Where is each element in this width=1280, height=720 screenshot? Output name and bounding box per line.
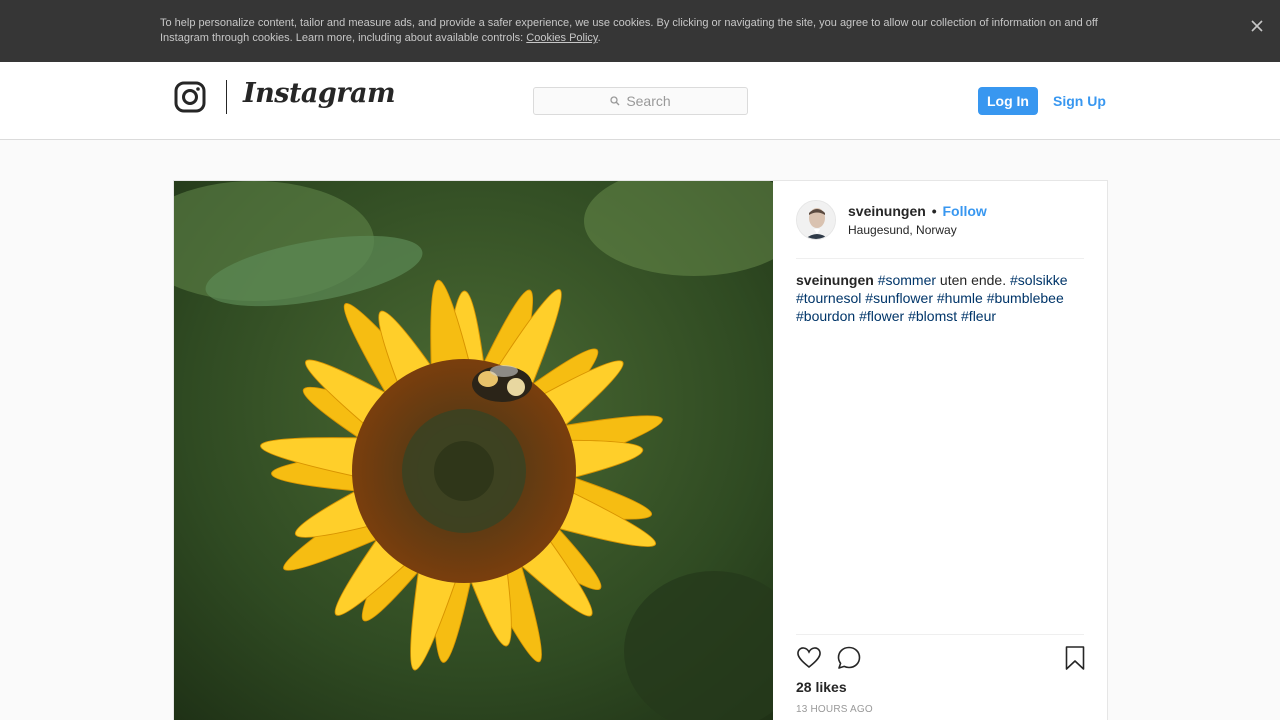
search-placeholder: Search: [626, 93, 671, 109]
caption-fragment: uten ende.: [936, 272, 1010, 288]
signup-link[interactable]: Sign Up: [1053, 87, 1106, 115]
post-timestamp[interactable]: 13 HOURS AGO: [796, 704, 873, 715]
cookies-policy-link[interactable]: Cookies Policy: [526, 32, 597, 44]
post-header: sveinungen • Follow: [848, 203, 987, 219]
top-nav: Instagram Search Log In Sign Up: [0, 62, 1280, 140]
hashtag-link[interactable]: #fleur: [961, 308, 996, 324]
logo-divider: [226, 80, 227, 114]
cookie-banner: To help personalize content, tailor and …: [0, 0, 1280, 62]
cookie-suffix: .: [597, 32, 601, 44]
divider: [796, 258, 1084, 259]
cookie-message: To help personalize content, tailor and …: [160, 17, 1098, 44]
instagram-camera-icon[interactable]: [174, 81, 206, 113]
hashtag-link[interactable]: #bourdon: [796, 308, 855, 324]
hashtag-link[interactable]: #sunflower: [865, 290, 933, 306]
login-button[interactable]: Log In: [978, 87, 1038, 115]
post-card: sveinungen • Follow Haugesund, Norway sv…: [173, 180, 1108, 720]
instagram-wordmark[interactable]: Instagram: [243, 78, 396, 109]
follow-button[interactable]: Follow: [942, 203, 986, 219]
divider: [796, 634, 1084, 635]
hashtag-link[interactable]: #humle: [937, 290, 983, 306]
post-sidebar: sveinungen • Follow Haugesund, Norway sv…: [773, 181, 1107, 720]
hashtag-link[interactable]: #sommer: [878, 272, 936, 288]
bookmark-icon[interactable]: [1062, 645, 1088, 671]
search-input[interactable]: Search: [533, 87, 748, 115]
close-icon[interactable]: [1246, 15, 1268, 37]
hashtag-link[interactable]: #tournesol: [796, 290, 861, 306]
cookie-text: To help personalize content, tailor and …: [160, 16, 1120, 46]
hashtag-link[interactable]: #flower: [859, 308, 904, 324]
hashtag-link[interactable]: #solsikke: [1010, 272, 1068, 288]
hashtag-link[interactable]: #blomst: [908, 308, 957, 324]
heart-icon[interactable]: [796, 645, 822, 671]
location-link[interactable]: Haugesund, Norway: [848, 223, 957, 237]
post-caption: sveinungen #sommer uten ende. #solsikke …: [796, 271, 1084, 325]
search-icon: [610, 96, 620, 106]
like-count[interactable]: 28 likes: [796, 679, 847, 695]
hashtag-link[interactable]: #bumblebee: [987, 290, 1064, 306]
avatar[interactable]: [796, 200, 836, 240]
username-link[interactable]: sveinungen: [848, 203, 926, 219]
comment-icon[interactable]: [836, 645, 862, 671]
post-photo[interactable]: [174, 181, 773, 720]
caption-username[interactable]: sveinungen: [796, 272, 874, 288]
separator-dot: •: [931, 203, 937, 219]
